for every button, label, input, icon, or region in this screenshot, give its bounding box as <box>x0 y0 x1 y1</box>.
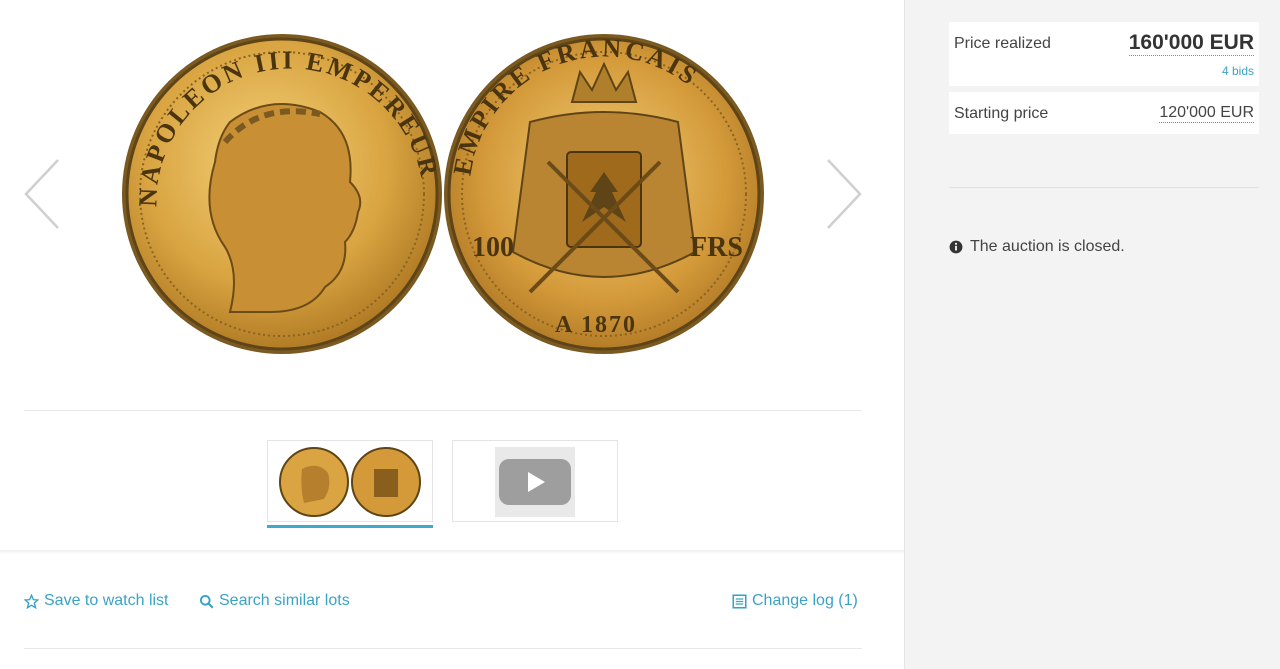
bidding-sidebar: Price realized 160'000 EUR 4 bids Starti… <box>904 0 1280 669</box>
coin-illustration: NAPOLEON III EMPEREUR EMPIRE FRANCAIS 10… <box>122 33 764 354</box>
price-realized-value[interactable]: 160'000 EUR <box>1128 31 1254 56</box>
change-log-label: Change log (1) <box>752 592 858 609</box>
star-icon <box>24 593 39 609</box>
previous-image-button[interactable] <box>22 158 62 230</box>
info-icon <box>949 240 963 254</box>
search-similar-lots-label: Search similar lots <box>219 592 350 609</box>
starting-price-label: Starting price <box>954 105 1049 122</box>
price-realized-label: Price realized <box>954 35 1051 52</box>
bids-count-link[interactable]: 4 bids <box>1222 64 1254 78</box>
main-coin-image[interactable]: NAPOLEON III EMPEREUR EMPIRE FRANCAIS 10… <box>120 32 768 358</box>
sidebar-divider <box>949 187 1259 188</box>
next-image-button[interactable] <box>824 158 864 230</box>
starting-price-box: Starting price 120'000 EUR <box>949 92 1259 134</box>
chevron-right-icon <box>827 159 862 229</box>
search-icon <box>199 594 214 609</box>
auction-status-text: The auction is closed. <box>970 238 1125 255</box>
thumbnail-video[interactable] <box>452 440 618 522</box>
auction-status: The auction is closed. <box>949 238 1125 256</box>
thumbnail-coin-graphic <box>279 447 421 517</box>
denomination-left: 100 <box>472 232 514 263</box>
change-log-link[interactable]: Change log (1) <box>732 592 858 610</box>
section-separator <box>0 550 904 554</box>
list-icon <box>732 593 747 609</box>
thumbnail-coin-image[interactable] <box>267 440 433 528</box>
lot-gallery-panel: NAPOLEON III EMPEREUR EMPIRE FRANCAIS 10… <box>0 0 904 669</box>
actions-divider <box>24 648 862 649</box>
gallery-divider <box>24 410 862 411</box>
price-realized-box: Price realized 160'000 EUR 4 bids <box>949 22 1259 86</box>
denomination-right: FRS <box>690 232 743 263</box>
search-similar-lots-link[interactable]: Search similar lots <box>199 592 350 610</box>
play-icon <box>495 447 575 517</box>
starting-price-value[interactable]: 120'000 EUR <box>1159 104 1254 123</box>
save-to-watch-list-label: Save to watch list <box>44 592 169 609</box>
save-to-watch-list-link[interactable]: Save to watch list <box>24 592 169 610</box>
coin-date: A 1870 <box>555 312 637 338</box>
chevron-left-icon <box>24 159 59 229</box>
